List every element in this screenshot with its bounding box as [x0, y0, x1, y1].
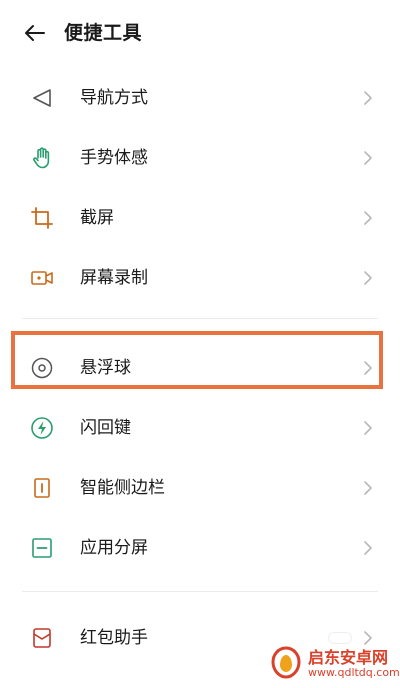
menu-item-label: 闪回键: [80, 418, 131, 438]
menu-item-floating-ball[interactable]: 悬浮球: [0, 340, 400, 396]
arrow-left-icon: [25, 25, 45, 41]
sidebar-icon: [34, 478, 50, 498]
envelope-icon: [33, 628, 51, 648]
floating-ball-icon: [31, 357, 53, 379]
menu-item-label: 智能侧边栏: [80, 478, 165, 498]
watermark: 启东安卓网 www.qdltdq.com: [268, 642, 400, 684]
chevron-right-icon: [364, 541, 372, 555]
back-button[interactable]: [22, 21, 48, 45]
app-header: 便捷工具: [0, 0, 400, 66]
menu-item-gesture[interactable]: 手势体感: [0, 130, 400, 186]
chevron-right-icon: [364, 421, 372, 435]
menu-item-split-screen[interactable]: 应用分屏: [0, 520, 400, 576]
menu-item-label: 导航方式: [80, 88, 148, 108]
crop-icon: [31, 207, 53, 229]
chevron-right-icon: [364, 151, 372, 165]
chevron-right-icon: [364, 361, 372, 375]
menu-item-label: 悬浮球: [80, 358, 131, 378]
chevron-right-icon: [364, 271, 372, 285]
hand-gesture-icon: [33, 147, 50, 169]
watermark-title: 启东安卓网: [308, 648, 389, 667]
menu-item-navigation[interactable]: 导航方式: [0, 70, 400, 126]
menu-item-label: 应用分屏: [80, 538, 148, 558]
watermark-url: www.qdltdq.com: [308, 666, 400, 679]
flash-icon: [31, 417, 53, 439]
site-logo-icon: [271, 646, 301, 679]
menu-item-smart-sidebar[interactable]: 智能侧边栏: [0, 460, 400, 516]
menu-item-flashback-key[interactable]: 闪回键: [0, 400, 400, 456]
menu-item-screenshot[interactable]: 截屏: [0, 190, 400, 246]
group-divider: [22, 591, 378, 592]
chevron-right-icon: [364, 481, 372, 495]
menu-item-label: 手势体感: [80, 148, 148, 168]
menu-item-label: 截屏: [80, 208, 114, 228]
menu-item-label: 红包助手: [80, 628, 148, 648]
chevron-right-icon: [364, 91, 372, 105]
group-divider: [22, 318, 378, 319]
menu-item-label: 屏幕录制: [80, 268, 148, 288]
navigation-triangle-icon: [33, 89, 51, 107]
video-record-icon: [31, 271, 53, 285]
page-title: 便捷工具: [64, 22, 143, 44]
menu-item-screen-record[interactable]: 屏幕录制: [0, 250, 400, 306]
chevron-right-icon: [364, 211, 372, 225]
split-screen-icon: [32, 538, 52, 558]
